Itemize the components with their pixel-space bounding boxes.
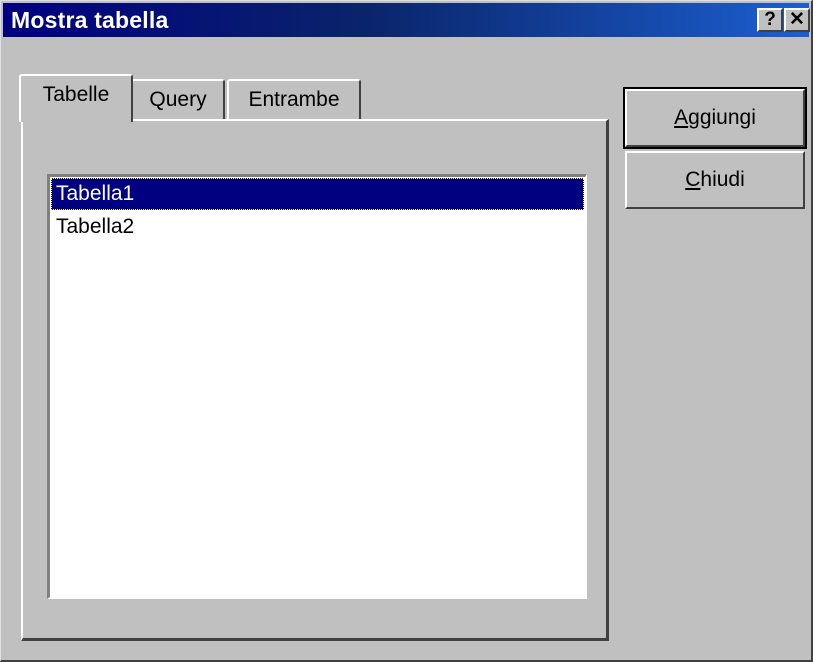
add-button-mnemonic: A <box>674 106 689 129</box>
tab-entrambe[interactable]: Entrambe <box>227 79 361 121</box>
dialog-window: Mostra tabella ? ✕ Tabelle Query Entramb… <box>0 0 813 662</box>
list-item[interactable]: Tabella2 <box>51 211 584 243</box>
table-list[interactable]: Tabella1 Tabella2 <box>47 174 587 599</box>
tab-label: Query <box>149 88 207 111</box>
list-item[interactable]: Tabella1 <box>51 178 584 210</box>
tab-query[interactable]: Query <box>131 79 225 121</box>
question-mark-icon: ? <box>764 9 776 30</box>
add-button[interactable]: Aggiungi <box>623 87 807 149</box>
close-button-mnemonic: C <box>685 168 701 191</box>
add-button-label: ggiungi <box>688 106 756 129</box>
close-button-label: hiudi <box>700 168 745 191</box>
tab-label: Entrambe <box>248 88 340 111</box>
close-window-button[interactable]: ✕ <box>784 8 810 32</box>
tab-tabelle[interactable]: Tabelle <box>19 74 133 122</box>
tab-label: Tabelle <box>42 83 110 106</box>
close-icon: ✕ <box>789 9 805 30</box>
help-button[interactable]: ? <box>757 8 783 32</box>
close-button[interactable]: Chiudi <box>625 151 805 209</box>
title-bar[interactable]: Mostra tabella ? ✕ <box>3 3 810 37</box>
window-title: Mostra tabella <box>11 7 169 33</box>
